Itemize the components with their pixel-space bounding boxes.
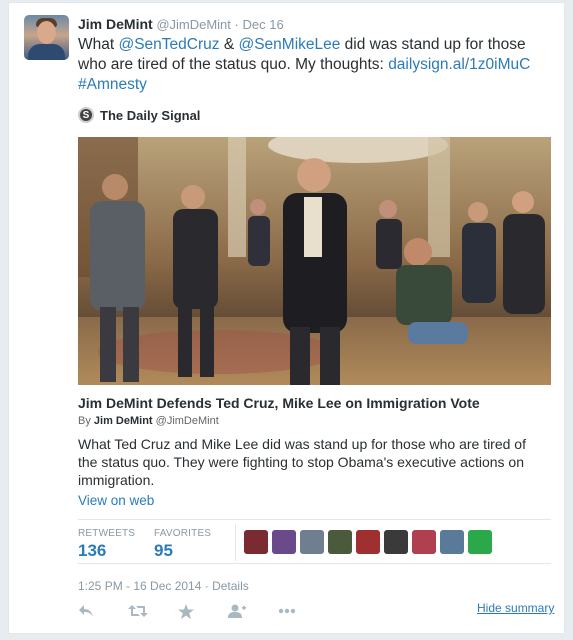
reply-icon-svg: [79, 605, 93, 617]
more-icon-svg: [278, 608, 296, 614]
mention-link[interactable]: @SenTedCruz: [118, 36, 219, 53]
avatar-body: [28, 44, 65, 60]
tweet-header: Jim DeMint @JimDeMint · Dec 16: [78, 16, 284, 32]
url-link[interactable]: dailysign.al/1z0iMuC: [388, 56, 530, 73]
follow-icon[interactable]: [228, 601, 278, 621]
author-handle[interactable]: @JimDeMint: [156, 17, 231, 32]
tweet-timestamp[interactable]: 1:25 PM - 16 Dec 2014 · Details: [78, 579, 249, 593]
favorites-label: FAVORITES: [154, 528, 212, 539]
tweet-card: Jim DeMint @JimDeMint · Dec 16 What @Sen…: [8, 2, 565, 634]
tweet-actions: [78, 601, 328, 621]
retweet-icon[interactable]: [128, 601, 178, 621]
article-description: What Ted Cruz and Mike Lee did was stand…: [78, 436, 526, 488]
tweet-text-segment: &: [219, 36, 239, 53]
retweets-label: RETWEETS: [78, 528, 136, 539]
favoriter-avatars: [244, 530, 492, 554]
mention-link[interactable]: @SenMikeLee: [238, 36, 340, 53]
favoriter-avatar[interactable]: [328, 530, 352, 554]
hashtag-link[interactable]: #Amnesty: [78, 76, 147, 93]
tweet-date[interactable]: Dec 16: [243, 17, 284, 32]
article-photo-image: [78, 137, 551, 385]
star-icon-svg: [178, 603, 194, 619]
favoriter-avatar[interactable]: [468, 530, 492, 554]
header-separator: ·: [234, 17, 239, 32]
card-source[interactable]: S The Daily Signal: [78, 107, 200, 123]
daily-signal-logo-icon: S: [78, 107, 94, 123]
follow-icon-svg: [228, 604, 246, 618]
retweets-count: 136: [78, 541, 107, 560]
article-byline: By Jim DeMint @JimDeMint: [78, 415, 219, 427]
favoriter-avatar[interactable]: [272, 530, 296, 554]
source-name: The Daily Signal: [100, 107, 201, 123]
byline-handle[interactable]: @JimDeMint: [153, 415, 219, 427]
favoriter-avatar[interactable]: [356, 530, 380, 554]
hide-summary-link[interactable]: Hide summary: [477, 601, 554, 615]
stats-divider: [235, 524, 236, 561]
article-photo[interactable]: [78, 137, 551, 385]
tweet-text: What @SenTedCruz & @SenMikeLee did was s…: [78, 35, 548, 95]
more-icon[interactable]: [278, 601, 328, 621]
favorites-count: 95: [154, 541, 173, 560]
star-icon[interactable]: [178, 601, 228, 621]
favoriter-avatar[interactable]: [440, 530, 464, 554]
retweets-stat[interactable]: RETWEETS 136: [78, 528, 135, 561]
favoriter-avatar[interactable]: [412, 530, 436, 554]
avatar-face: [37, 21, 56, 44]
author-name[interactable]: Jim DeMint: [78, 16, 153, 32]
favorites-stat[interactable]: FAVORITES 95: [154, 528, 211, 561]
tweet-text-segment: What: [78, 36, 119, 53]
favoriter-avatar[interactable]: [300, 530, 324, 554]
reply-icon[interactable]: [78, 601, 128, 621]
byline-prefix: By: [78, 415, 94, 427]
tweet-stats: RETWEETS 136 FAVORITES 95: [78, 519, 551, 564]
favoriter-avatar[interactable]: [244, 530, 268, 554]
view-on-web-link[interactable]: View on web: [78, 493, 154, 508]
favoriter-avatar[interactable]: [384, 530, 408, 554]
retweet-icon-svg: [128, 605, 148, 617]
author-avatar[interactable]: [24, 15, 69, 60]
article-title[interactable]: Jim DeMint Defends Ted Cruz, Mike Lee on…: [78, 395, 480, 411]
byline-author[interactable]: Jim DeMint: [94, 415, 153, 427]
